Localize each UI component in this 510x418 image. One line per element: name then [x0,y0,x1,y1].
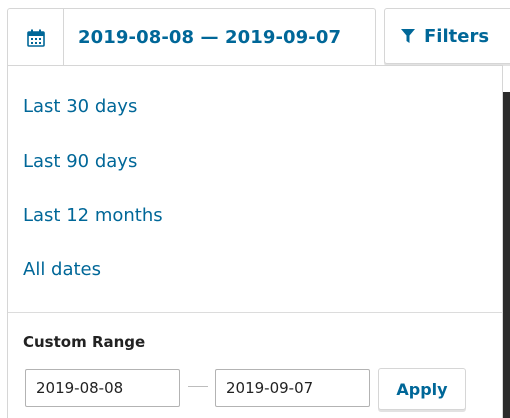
calendar-icon [26,29,45,47]
date-range-picker-screen: 2019-08-08 — 2019-09-07 Filters Last 30 … [0,0,510,418]
filters-button[interactable]: Filters [384,8,510,64]
filters-label: Filters [424,25,490,47]
preset-last-30-days[interactable]: Last 30 days [23,96,137,117]
preset-last-90-days[interactable]: Last 90 days [23,151,137,172]
toolbar: 2019-08-08 — 2019-09-07 Filters [0,0,510,66]
date-range-button[interactable]: 2019-08-08 — 2019-09-07 [7,8,376,66]
filter-funnel-icon [401,29,415,43]
date-range-label: 2019-08-08 — 2019-09-07 [78,27,342,48]
date-range-dropdown: Last 30 days Last 90 days Last 12 months… [7,65,503,418]
custom-range-title: Custom Range [23,333,146,351]
background-edge [503,92,510,418]
preset-all-dates[interactable]: All dates [23,259,101,280]
preset-last-12-months[interactable]: Last 12 months [23,205,163,226]
calendar-icon-cell [8,9,64,66]
apply-button[interactable]: Apply [378,368,466,410]
range-separator [188,386,208,387]
custom-range-to-input[interactable] [215,369,370,407]
custom-range-from-input[interactable] [25,369,180,407]
section-divider [8,312,502,313]
